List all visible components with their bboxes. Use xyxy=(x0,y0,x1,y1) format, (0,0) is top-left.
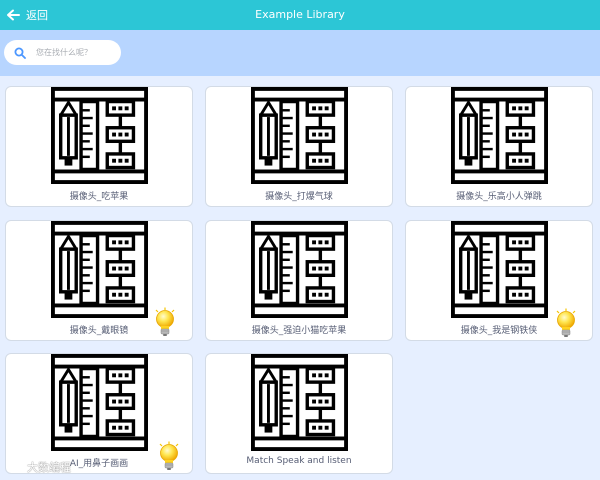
blueprint-thumbnail-icon xyxy=(450,221,549,318)
lightbulb-icon xyxy=(554,308,578,338)
example-card[interactable]: 摄像头_戴眼镜 xyxy=(5,220,193,341)
blueprint-thumbnail-icon xyxy=(250,221,349,318)
blueprint-thumbnail-icon xyxy=(450,87,549,184)
example-card[interactable]: 摄像头_吃苹果 xyxy=(5,86,193,207)
blueprint-thumbnail-icon xyxy=(50,354,149,451)
blueprint-thumbnail-icon xyxy=(250,354,349,451)
lightbulb-icon xyxy=(157,441,181,471)
header-bar: 返回 Example Library xyxy=(0,0,600,30)
search-input[interactable] xyxy=(36,48,106,57)
example-card[interactable]: 摄像头_我是钢铁侠 xyxy=(405,220,593,341)
card-label: 摄像头_吃苹果 xyxy=(69,192,129,202)
example-card[interactable]: 摄像头_打爆气球 xyxy=(205,86,393,207)
card-label: 摄像头_强迫小猫吃苹果 xyxy=(251,326,347,336)
blueprint-thumbnail-icon xyxy=(50,87,149,184)
card-label: Match Speak and listen xyxy=(246,456,352,466)
example-card[interactable]: 摄像头_强迫小猫吃苹果 xyxy=(205,220,393,341)
card-label: 摄像头_打爆气球 xyxy=(265,192,333,202)
search-box[interactable] xyxy=(4,40,121,65)
example-card[interactable]: AI_用鼻子画画 xyxy=(5,353,193,474)
card-label: 摄像头_乐高小人弹跳 xyxy=(456,192,542,202)
example-card[interactable]: Match Speak and listen xyxy=(205,353,393,474)
logo-icon xyxy=(7,462,23,472)
search-icon xyxy=(14,47,26,59)
blueprint-thumbnail-icon xyxy=(250,87,349,184)
page-title: Example Library xyxy=(255,8,345,21)
blueprint-thumbnail-icon xyxy=(50,221,149,318)
example-card[interactable]: 摄像头_乐高小人弹跳 xyxy=(405,86,593,207)
search-band xyxy=(0,30,600,76)
lightbulb-icon xyxy=(153,307,177,337)
watermark-text: 大数编程 xyxy=(27,461,71,474)
watermark: 大数编程 xyxy=(6,459,71,475)
